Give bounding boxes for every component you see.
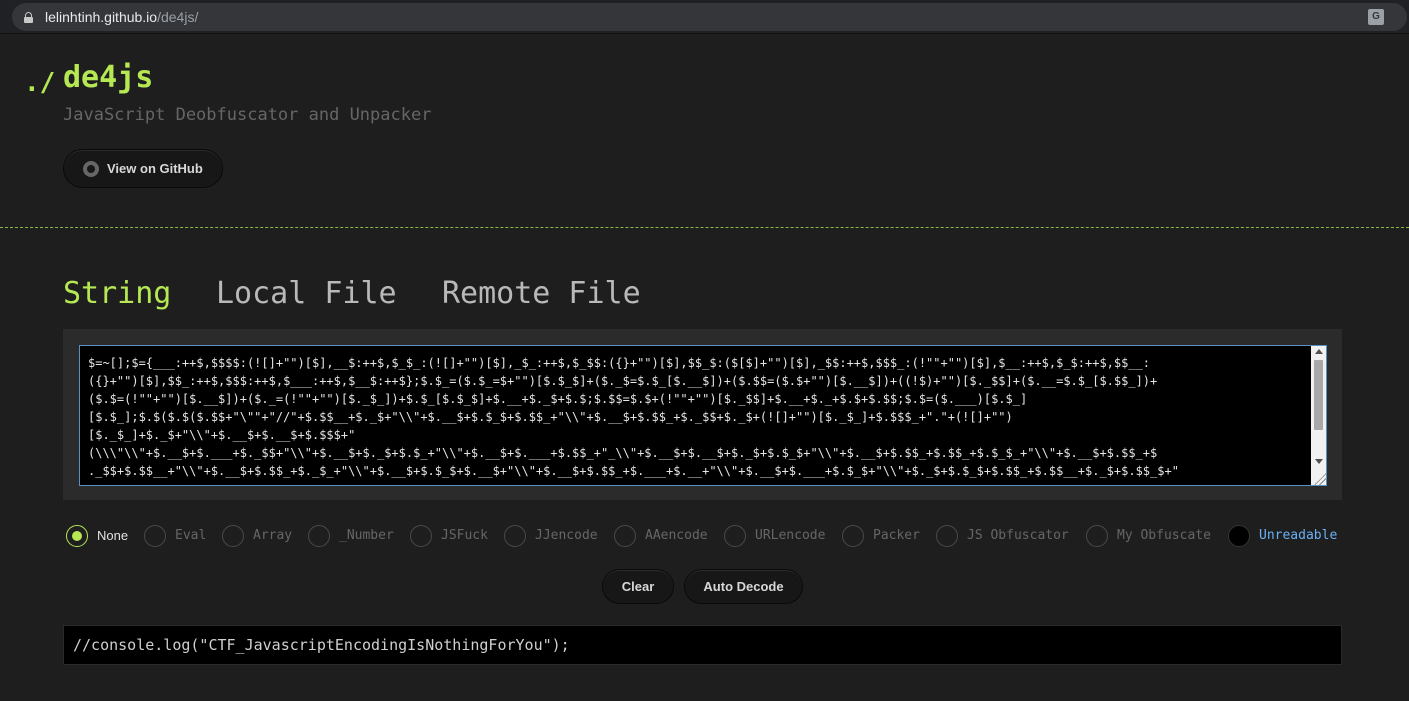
logo-prefix: ./ bbox=[24, 68, 56, 98]
header-divider bbox=[0, 227, 1409, 228]
source-input[interactable]: $=~[];$={___:++$,$$$$:(![]+"")[$],__$:++… bbox=[79, 345, 1327, 486]
scroll-thumb[interactable] bbox=[1314, 360, 1323, 430]
radio-icon[interactable] bbox=[614, 525, 636, 547]
url-text[interactable]: lelinhtinh.github.io/de4js/ bbox=[45, 9, 198, 25]
option-label: Unreadable bbox=[1259, 528, 1338, 543]
option-label: JS Obfuscator bbox=[967, 528, 1069, 543]
radio-icon[interactable] bbox=[222, 525, 244, 547]
code-line: ._$$+$.$$__+"\\"+$.__$+$.$$_+$._$_+"\\"+… bbox=[88, 464, 1179, 478]
tab-string[interactable]: String bbox=[63, 276, 171, 311]
clear-button[interactable]: Clear bbox=[602, 569, 674, 604]
option-label: URLencode bbox=[755, 528, 826, 543]
tab-local-file[interactable]: Local File bbox=[216, 276, 397, 311]
radio-icon[interactable] bbox=[144, 525, 166, 547]
url-path: /de4js/ bbox=[157, 9, 199, 25]
github-button-label: View on GitHub bbox=[107, 161, 203, 176]
page-tagline: JavaScript Deobfuscator and Unpacker bbox=[63, 105, 432, 125]
radio-icon[interactable] bbox=[936, 525, 958, 547]
code-line: [$._$_]+$._$+"\\"+$.__$+$.__$+$.$$$+" bbox=[88, 428, 356, 442]
url-host: lelinhtinh.github.io bbox=[45, 9, 158, 25]
option-label: AAencode bbox=[645, 528, 708, 543]
auto-decode-button[interactable]: Auto Decode bbox=[684, 569, 803, 604]
option-label: Eval bbox=[175, 528, 207, 543]
code-line: (\\\"\\"+$.__$+$.___+$._$$+"\\"+$.__$+$.… bbox=[88, 446, 1158, 460]
resize-grip-icon[interactable] bbox=[1314, 473, 1326, 485]
output-panel[interactable]: //console.log("CTF_JavascriptEncodingIsN… bbox=[63, 625, 1342, 665]
scroll-up-arrow-icon[interactable] bbox=[1315, 349, 1323, 354]
option-label: JJencode bbox=[535, 528, 598, 543]
radio-icon[interactable] bbox=[842, 525, 864, 547]
output-code: //console.log("CTF_JavascriptEncodingIsN… bbox=[73, 636, 570, 654]
option-label: Array bbox=[253, 528, 293, 543]
translate-icon[interactable]: G bbox=[1368, 9, 1384, 25]
github-icon bbox=[83, 161, 99, 177]
code-line: [$.$_];$.$($.$($.$$+"\""+"//"+$.$$__+$._… bbox=[88, 410, 1013, 424]
code-line: ({}+"")[$],$$_:++$,$$$:++$,$___:++$,$__$… bbox=[88, 374, 1158, 388]
radio-icon[interactable] bbox=[1086, 525, 1108, 547]
radio-icon[interactable] bbox=[504, 525, 526, 547]
option-label: My Obfuscate bbox=[1117, 528, 1211, 543]
scroll-down-arrow-icon[interactable] bbox=[1315, 459, 1323, 464]
option-label: JSFuck bbox=[441, 528, 488, 543]
tab-remote-file[interactable]: Remote File bbox=[442, 276, 641, 311]
option-label: Packer bbox=[873, 528, 920, 543]
radio-icon[interactable] bbox=[724, 525, 746, 547]
source-code[interactable]: $=~[];$={___:++$,$$$$:(![]+"")[$],__$:++… bbox=[88, 354, 1300, 485]
page-title[interactable]: de4js bbox=[63, 60, 153, 95]
input-scrollbar[interactable] bbox=[1311, 346, 1326, 485]
option-label: _Number bbox=[339, 528, 394, 543]
radio-icon[interactable] bbox=[1228, 525, 1250, 547]
browser-toolbar: lelinhtinh.github.io/de4js/ G bbox=[0, 0, 1409, 34]
view-on-github-button[interactable]: View on GitHub bbox=[63, 149, 223, 188]
lock-icon[interactable] bbox=[24, 12, 33, 23]
radio-icon[interactable] bbox=[410, 525, 432, 547]
option-label: None bbox=[97, 528, 129, 543]
code-line: $=~[];$={___:++$,$$$$:(![]+"")[$],__$:++… bbox=[88, 356, 1151, 370]
radio-icon[interactable] bbox=[308, 525, 330, 547]
radio-icon[interactable] bbox=[66, 525, 88, 547]
code-line: ($.$=(!""+"")[$.__$])+($._=(!""+"")[$._$… bbox=[88, 392, 1028, 406]
address-bar[interactable]: lelinhtinh.github.io/de4js/ G bbox=[12, 3, 1407, 31]
